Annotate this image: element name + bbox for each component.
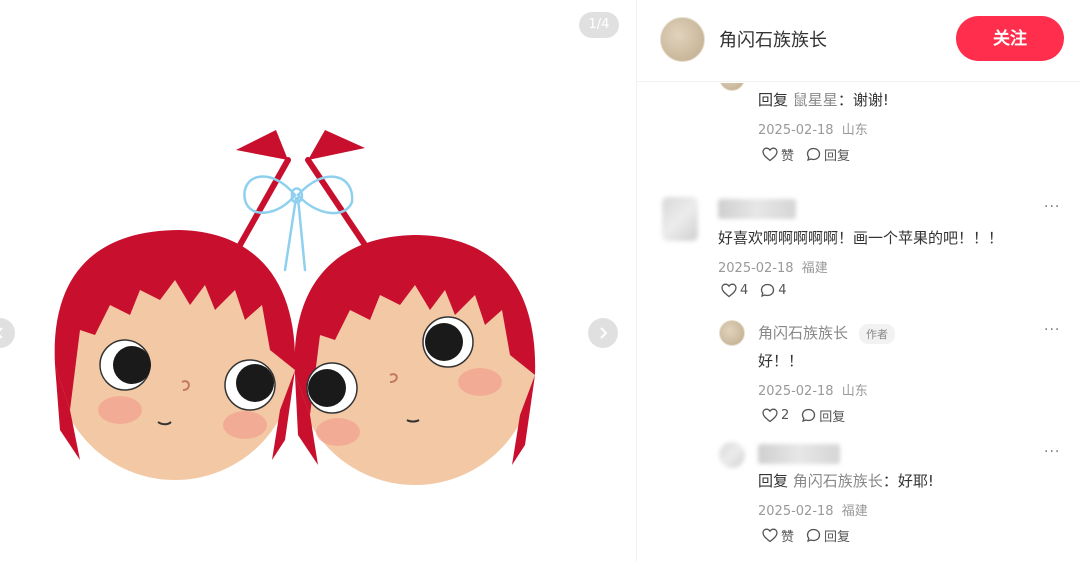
comment-date: 2025-02-18 xyxy=(718,261,794,276)
comment-location: 福建 xyxy=(841,504,868,519)
like-count: 4 xyxy=(740,283,749,298)
reply-target[interactable]: 角闪石族族长 xyxy=(793,472,883,490)
more-dots-icon[interactable]: ··· xyxy=(1044,322,1060,338)
comment-actions: 赞 回复 xyxy=(762,145,862,164)
previous-image-button[interactable] xyxy=(0,318,15,348)
chevron-left-icon xyxy=(0,327,3,339)
cherry-twins-illustration xyxy=(54,130,536,485)
comment-panel: 角闪石族族长 关注 回复 鼠星星：谢谢! 2025-02-18 山东 赞 回复 … xyxy=(637,0,1080,561)
author-badge: 作者 xyxy=(859,324,895,344)
reply-button[interactable]: 回复 xyxy=(801,406,845,425)
reply-label: 回复 xyxy=(824,530,851,545)
avatar[interactable] xyxy=(719,83,745,91)
reply-comment: ··· 回复 角闪石族族长：好耶! 2025-02-18 福建 赞 回复 xyxy=(637,438,1080,553)
comment-meta: 2025-02-18 福建 xyxy=(718,257,828,276)
comment-meta: 2025-02-18 山东 xyxy=(758,119,868,138)
author-header: 角闪石族族长 关注 xyxy=(637,0,1080,82)
comment-location: 山东 xyxy=(841,123,868,138)
reply-prefix: 回复 xyxy=(758,472,789,490)
comment-bubble-icon xyxy=(806,147,821,162)
like-button[interactable]: 赞 xyxy=(762,145,794,164)
chevron-right-icon xyxy=(600,327,608,339)
avatar[interactable] xyxy=(719,320,745,346)
like-count: 2 xyxy=(781,408,790,423)
more-dots-icon[interactable]: ··· xyxy=(1044,444,1060,460)
comment-actions: 4 4 xyxy=(721,283,799,298)
comment-location: 山东 xyxy=(841,384,868,399)
comment-body: ：谢谢! xyxy=(837,91,889,109)
comment-actions: 2 回复 xyxy=(762,406,857,425)
comment-meta: 2025-02-18 山东 xyxy=(758,380,868,399)
heart-icon xyxy=(762,408,778,423)
comment-date: 2025-02-18 xyxy=(758,123,834,138)
comment-meta: 2025-02-18 福建 xyxy=(758,500,868,519)
comment-bubble-icon xyxy=(761,283,775,298)
avatar[interactable] xyxy=(719,442,745,468)
reply-target[interactable]: 鼠星星 xyxy=(793,91,838,109)
comment-actions: 赞 回复 xyxy=(762,526,862,545)
like-label: 赞 xyxy=(781,530,795,545)
image-viewer: 1/4 xyxy=(0,0,636,561)
page-indicator: 1/4 xyxy=(579,12,619,38)
heart-icon xyxy=(721,283,737,298)
comment-date: 2025-02-18 xyxy=(758,384,834,399)
follow-button[interactable]: 关注 xyxy=(956,16,1064,61)
like-label: 赞 xyxy=(781,149,795,164)
comment-text: 回复 角闪石族族长：好耶! xyxy=(758,470,934,491)
author-name[interactable]: 角闪石族族长 xyxy=(719,26,827,52)
heart-icon xyxy=(762,528,778,543)
commenter-name-blurred[interactable] xyxy=(718,199,796,219)
reply-count: 4 xyxy=(778,283,787,298)
comment-list[interactable]: 回复 鼠星星：谢谢! 2025-02-18 山东 赞 回复 ··· 好喜欢啊啊啊… xyxy=(637,83,1080,561)
comment-text: 好喜欢啊啊啊啊啊！画一个苹果的吧！！！ xyxy=(718,229,1004,247)
heart-icon xyxy=(762,147,778,162)
next-image-button[interactable] xyxy=(588,318,618,348)
reply-button[interactable]: 回复 xyxy=(806,526,850,545)
reply-label: 回复 xyxy=(819,410,846,425)
more-dots-icon[interactable]: ··· xyxy=(1044,199,1060,215)
reply-label: 回复 xyxy=(824,149,851,164)
comment-date: 2025-02-18 xyxy=(758,504,834,519)
comment-body: ：好耶! xyxy=(882,472,934,490)
like-button[interactable]: 赞 xyxy=(762,526,794,545)
commenter-name-blurred[interactable] xyxy=(758,444,840,464)
like-button[interactable]: 2 xyxy=(762,408,789,423)
top-level-comment: ··· 好喜欢啊啊啊啊啊！画一个苹果的吧！！！ 2025-02-18 福建 4 … xyxy=(637,193,1080,303)
reply-button[interactable]: 回复 xyxy=(806,145,850,164)
commenter-name[interactable]: 角闪石族族长 xyxy=(758,322,848,343)
reply-button[interactable]: 4 xyxy=(760,283,787,298)
reply-prefix: 回复 xyxy=(758,91,789,109)
author-reply-comment: 角闪石族族长 作者 ··· 好！！ 2025-02-18 山东 2 回复 xyxy=(637,316,1080,426)
comment-text: 好！！ xyxy=(758,352,804,370)
reply-comment: 回复 鼠星星：谢谢! 2025-02-18 山东 赞 回复 xyxy=(637,83,1080,173)
comment-location: 福建 xyxy=(801,261,828,276)
author-avatar[interactable] xyxy=(660,17,705,62)
comment-bubble-icon xyxy=(806,528,821,543)
comment-bubble-icon xyxy=(802,408,816,423)
comment-text: 回复 鼠星星：谢谢! xyxy=(758,89,889,110)
avatar[interactable] xyxy=(662,197,698,241)
like-button[interactable]: 4 xyxy=(721,283,748,298)
